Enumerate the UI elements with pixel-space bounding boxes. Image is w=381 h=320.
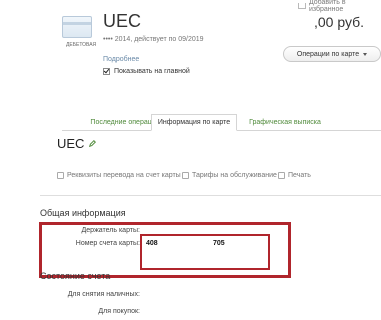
card-subtitle: •••• 2014, действует по 09/2019	[103, 36, 204, 43]
show-on-main-label: Показывать на главной	[114, 68, 190, 75]
tariffs-label: Тарифы на обслуживание	[192, 172, 277, 179]
general-info-title: Общая информация	[40, 208, 126, 218]
card-name: UEC	[103, 11, 142, 31]
section-title-text: UEC	[57, 136, 85, 151]
add-to-favorites-link[interactable]: Добавить в избранное	[298, 0, 381, 13]
tariff-icon	[182, 172, 189, 179]
transfer-details-link[interactable]: Реквизиты перевода на счет карты	[57, 172, 181, 179]
card-operations-button[interactable]: Операции по карте	[283, 46, 381, 62]
document-icon	[57, 172, 64, 179]
pencil-icon[interactable]	[89, 140, 97, 147]
add-to-favorites-label: Добавить в избранное	[308, 0, 346, 13]
tab-recent-operations[interactable]: Последние операции	[90, 114, 160, 131]
card-balance: ,00 руб.	[314, 14, 365, 30]
tab-card-info[interactable]: Информация по карте	[151, 114, 237, 131]
favorite-icon	[298, 3, 306, 9]
card-type-label: ДЕБЕТОВАЯ	[66, 42, 97, 48]
section-title: UEC	[57, 136, 97, 151]
tariffs-link[interactable]: Тарифы на обслуживание	[182, 172, 277, 179]
chevron-down-icon	[363, 52, 368, 56]
print-label: Печать	[288, 172, 311, 179]
card-details-link[interactable]: Подробнее	[103, 56, 139, 63]
card-thumbnail	[62, 16, 92, 38]
transfer-details-label: Реквизиты перевода на счет карты	[67, 172, 181, 179]
show-on-main-checkbox[interactable]	[103, 68, 110, 75]
print-link[interactable]: Печать	[278, 172, 311, 179]
section-divider	[40, 195, 381, 196]
purchases-label: Для покупок:	[98, 308, 140, 315]
account-state-title: Состояние счета	[40, 271, 111, 281]
card-operations-label: Операции по карте	[296, 50, 360, 58]
highlight-box-inner	[140, 234, 270, 270]
tab-graphic-statement[interactable]: Графическая выписка	[240, 114, 330, 131]
show-on-main-row[interactable]: Показывать на главной	[103, 68, 190, 75]
cash-withdrawal-label: Для снятия наличных:	[67, 291, 140, 298]
printer-icon	[278, 172, 285, 179]
